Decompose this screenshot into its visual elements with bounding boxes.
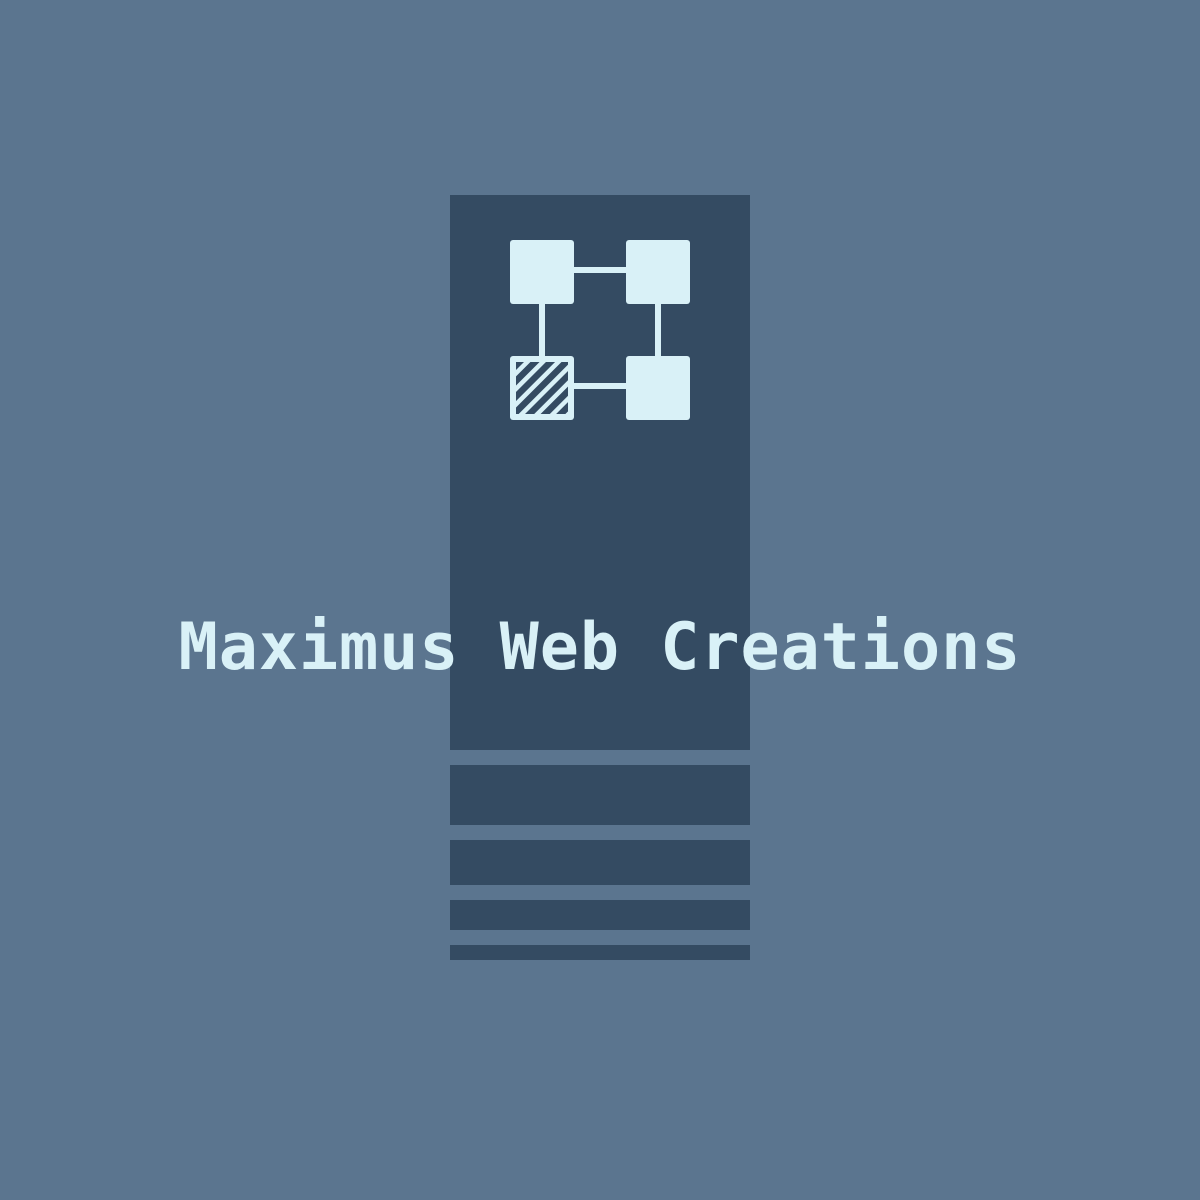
logo-canvas: Maximus Web Creations: [0, 0, 1200, 1200]
node-square: [510, 240, 574, 304]
logo-stripe: [450, 945, 750, 960]
node-square: [626, 356, 690, 420]
node-square: [626, 240, 690, 304]
brand-name: Maximus Web Creations: [178, 610, 1022, 685]
hatched-node-square: [516, 362, 568, 414]
logo-stripe: [450, 900, 750, 930]
logo-stripe: [450, 765, 750, 825]
node-network-icon: [510, 240, 690, 420]
logo-stripe: [450, 840, 750, 885]
